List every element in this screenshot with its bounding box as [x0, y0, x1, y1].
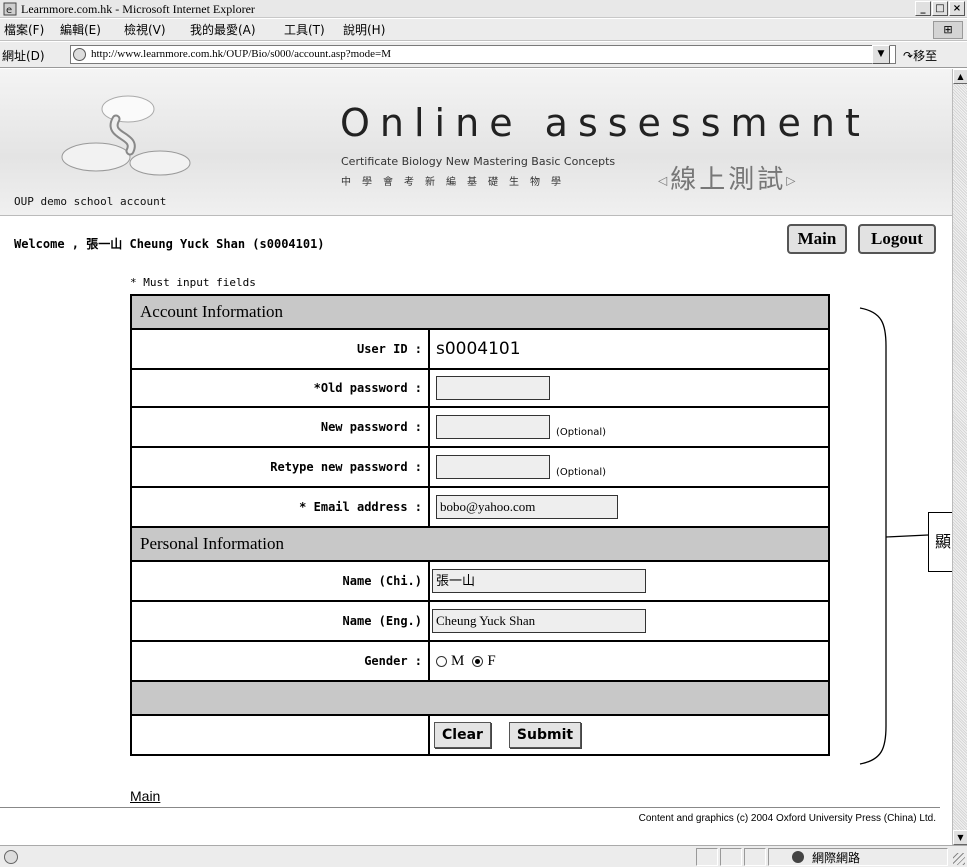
site-title: Online assessment: [340, 101, 870, 145]
gender-label: Gender :: [132, 642, 430, 680]
address-bar: 網址(D) http://www.learnmore.com.hk/OUP/Bi…: [0, 42, 967, 68]
new-password-row: New password : (Optional): [132, 408, 828, 448]
address-input[interactable]: http://www.learnmore.com.hk/OUP/Bio/s000…: [70, 45, 896, 64]
status-bar: 網際網路: [0, 845, 967, 867]
oup-logo-icon: [61, 95, 191, 176]
name-chi-label: Name (Chi.): [132, 562, 430, 600]
account-information-heading: Account Information: [132, 296, 828, 330]
annotation-bracket: [859, 307, 929, 765]
menu-favorites[interactable]: 我的最愛(A): [190, 19, 256, 41]
status-cell: [720, 848, 742, 866]
window-title: Learnmore.com.hk - Microsoft Internet Ex…: [21, 2, 255, 16]
svg-text:e: e: [6, 5, 12, 16]
gender-row: Gender : M F: [132, 642, 828, 682]
scroll-down-arrow-icon[interactable]: ▼: [953, 830, 967, 845]
logout-button[interactable]: Logout: [858, 224, 936, 254]
page-status-icon: [4, 850, 18, 864]
triangle-left-icon: ◁: [658, 173, 671, 188]
menu-edit[interactable]: 編輯(E): [60, 19, 101, 41]
online-assessment-chinese: ◁線上測試▷: [658, 159, 798, 196]
page-viewport: OUP demo school account Online assessmen…: [0, 69, 952, 845]
menu-bar: 檔案(F) 編輯(E) 檢視(V) 我的最愛(A) 工具(T) 說明(H) ⊞: [0, 19, 967, 41]
old-password-row: *Old password :: [132, 370, 828, 408]
retype-password-optional-hint: (Optional): [556, 466, 607, 478]
retype-password-row: Retype new password : (Optional): [132, 448, 828, 488]
user-id-label: User ID :: [132, 330, 430, 368]
triangle-right-icon: ▷: [786, 173, 799, 188]
site-subtitle: Certificate Biology New Mastering Basic …: [341, 155, 616, 168]
user-id-row: User ID : s0004101: [132, 330, 828, 370]
old-password-input[interactable]: [436, 376, 550, 400]
must-input-note: * Must input fields: [130, 276, 256, 289]
address-dropdown-icon[interactable]: ▼: [872, 45, 890, 64]
internet-zone-label: 網際網路: [812, 851, 861, 865]
email-input[interactable]: bobo@yahoo.com: [436, 495, 618, 519]
submit-button[interactable]: Submit: [508, 722, 582, 748]
form-actions-spacer: [132, 716, 430, 754]
copyright-text: Content and graphics (c) 2004 Oxford Uni…: [638, 813, 936, 824]
status-cell: [744, 848, 766, 866]
maximize-button[interactable]: □: [932, 1, 948, 16]
email-row: * Email address : bobo@yahoo.com: [132, 488, 828, 528]
footer-divider: [0, 807, 940, 808]
resize-grip-icon[interactable]: [953, 853, 965, 865]
status-cell: [696, 848, 718, 866]
name-eng-input[interactable]: Cheung Yuck Shan: [432, 609, 646, 633]
online-chinese-text: 線上測試: [670, 165, 787, 195]
window-title-bar: e Learnmore.com.hk - Microsoft Internet …: [0, 0, 967, 18]
windows-logo-icon: ⊞: [933, 21, 963, 39]
close-button[interactable]: ×: [949, 1, 965, 16]
go-button[interactable]: ↷移至: [903, 47, 937, 64]
name-eng-row: Name (Eng.) Cheung Yuck Shan: [132, 602, 828, 642]
new-password-label: New password :: [132, 408, 430, 446]
form-actions-row: Clear Submit: [132, 716, 828, 754]
welcome-message: Welcome , 張一山 Cheung Yuck Shan (s0004101…: [14, 237, 325, 251]
main-footer-link[interactable]: Main: [130, 788, 160, 804]
annotation-callout-text: 顯: [935, 532, 952, 551]
retype-password-label: Retype new password :: [132, 448, 430, 486]
menu-file[interactable]: 檔案(F): [4, 19, 44, 41]
annotation-callout: 顯: [928, 512, 952, 572]
main-button[interactable]: Main: [787, 224, 847, 254]
old-password-label: *Old password :: [132, 370, 430, 406]
form-separator-band: [132, 682, 828, 716]
personal-information-heading: Personal Information: [132, 528, 828, 562]
address-label: 網址(D): [2, 49, 45, 63]
name-chi-input[interactable]: 張一山: [432, 569, 646, 593]
name-eng-label: Name (Eng.): [132, 602, 430, 640]
menu-help[interactable]: 說明(H): [343, 19, 385, 41]
gender-f-radio[interactable]: [472, 655, 484, 667]
user-id-value: s0004101: [436, 339, 521, 359]
account-form: Account Information User ID : s0004101 *…: [130, 294, 830, 756]
email-label: * Email address :: [132, 488, 430, 526]
new-password-input[interactable]: [436, 415, 550, 439]
gender-m-radio[interactable]: [436, 655, 447, 667]
minimize-button[interactable]: _: [915, 1, 931, 16]
menu-tools[interactable]: 工具(T): [284, 19, 325, 41]
site-chinese-title: 中學會考新編基礎生物學: [341, 177, 572, 188]
go-label: 移至: [913, 49, 938, 63]
internet-zone-icon: [792, 851, 804, 863]
address-url: http://www.learnmore.com.hk/OUP/Bio/s000…: [91, 48, 391, 60]
school-account-label: OUP demo school account: [14, 195, 167, 208]
clear-button[interactable]: Clear: [434, 722, 491, 748]
site-banner: OUP demo school account Online assessmen…: [0, 69, 952, 216]
gender-f-label: F: [487, 652, 496, 669]
new-password-optional-hint: (Optional): [556, 426, 607, 438]
menu-view[interactable]: 檢視(V): [124, 19, 166, 41]
retype-password-input[interactable]: [436, 455, 550, 479]
go-arrow-icon: ↷: [903, 49, 914, 63]
page-icon: [73, 48, 86, 61]
name-chi-row: Name (Chi.) 張一山: [132, 562, 828, 602]
gender-m-label: M: [451, 652, 465, 669]
scroll-up-arrow-icon[interactable]: ▲: [953, 69, 967, 84]
ie-logo-icon: e: [3, 2, 17, 16]
vertical-scrollbar[interactable]: ▲ ▼: [952, 69, 967, 845]
